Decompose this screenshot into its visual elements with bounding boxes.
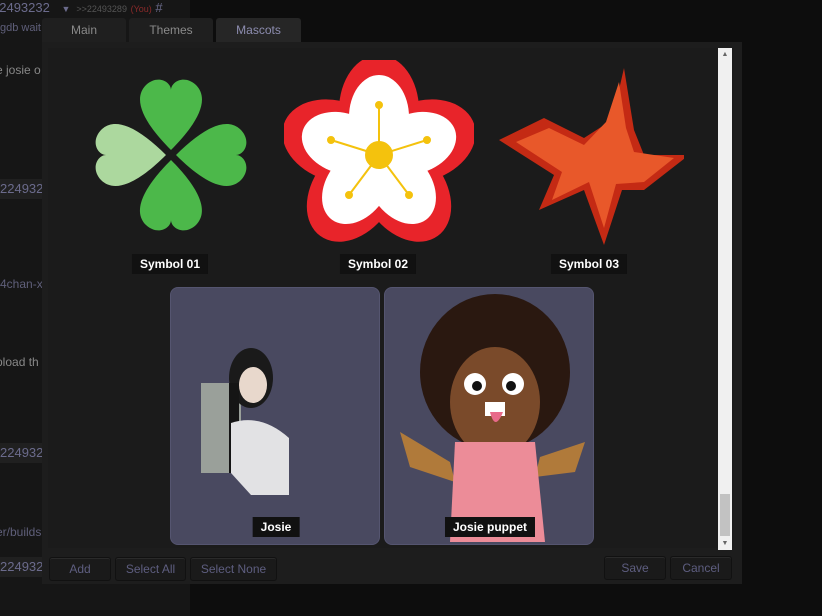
post-snippet: 4chan-x bbox=[0, 277, 43, 291]
mascot-label: Symbol 01 bbox=[131, 254, 209, 274]
mascot-label: Symbol 02 bbox=[339, 254, 417, 274]
you-marker: (You) bbox=[130, 4, 152, 14]
mascot-label: Josie bbox=[252, 517, 300, 537]
mascot-list: Symbol 01 Symbol 02 Symbol 03 Josie Josi… bbox=[48, 48, 734, 548]
maple-leaf-icon[interactable] bbox=[494, 60, 684, 250]
clover-icon[interactable] bbox=[76, 60, 266, 250]
select-none-button[interactable]: Select None bbox=[190, 557, 277, 581]
post-snippet: gdb wait bbox=[0, 22, 41, 34]
add-button[interactable]: Add bbox=[49, 557, 111, 581]
scrollbar[interactable]: ▲ ▼ bbox=[718, 48, 732, 550]
post-number[interactable]: 22493232 bbox=[0, 0, 50, 15]
josie-puppet-image bbox=[400, 294, 585, 542]
scroll-down-icon[interactable]: ▼ bbox=[718, 540, 732, 547]
cancel-button[interactable]: Cancel bbox=[670, 556, 732, 580]
mascot-label: Symbol 03 bbox=[550, 254, 628, 274]
josie-image bbox=[201, 348, 289, 495]
tab-main[interactable]: Main bbox=[42, 18, 126, 42]
tab-mascots[interactable]: Mascots bbox=[216, 18, 301, 42]
menu-arrow-icon[interactable]: ▼ bbox=[61, 4, 70, 14]
post-header: 22493232 ▼ >>22493289 (You) # bbox=[0, 0, 190, 18]
sakura-icon[interactable] bbox=[284, 60, 474, 250]
mascot-card-josie[interactable]: Josie bbox=[170, 287, 380, 545]
mascot-card-josie-puppet[interactable]: Josie puppet bbox=[384, 287, 594, 545]
post-snippet: er/builds bbox=[0, 525, 42, 539]
mascots-dialog: Symbol 01 Symbol 02 Symbol 03 Josie Josi… bbox=[42, 42, 742, 584]
quote-link[interactable]: >>22493289 bbox=[76, 4, 127, 14]
tab-themes[interactable]: Themes bbox=[129, 18, 213, 42]
scroll-up-icon[interactable]: ▲ bbox=[718, 51, 732, 58]
post-snippet: e josie o bbox=[0, 63, 41, 77]
mascot-label: Josie puppet bbox=[444, 517, 536, 537]
hash-link[interactable]: # bbox=[155, 0, 162, 15]
save-button[interactable]: Save bbox=[604, 556, 666, 580]
post-snippet: pload th bbox=[0, 355, 39, 369]
scrollbar-thumb[interactable] bbox=[720, 494, 730, 536]
select-all-button[interactable]: Select All bbox=[115, 557, 186, 581]
